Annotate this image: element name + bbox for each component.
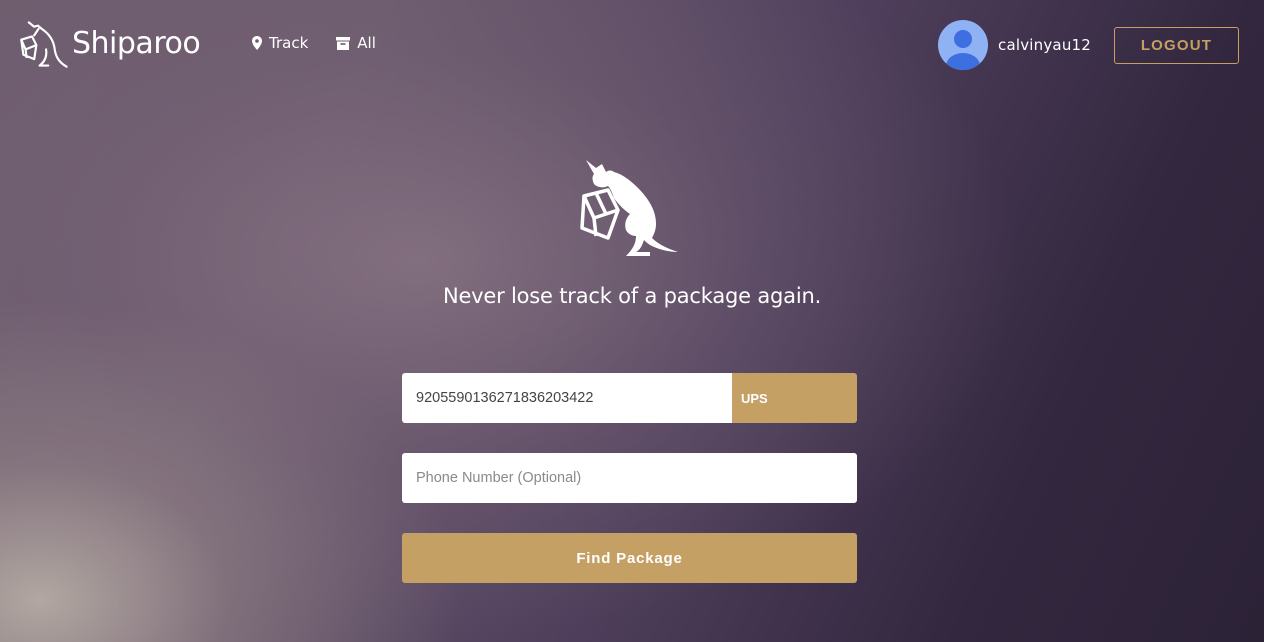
- kangaroo-hero-icon: [580, 160, 678, 256]
- logout-button[interactable]: LOGOUT: [1114, 27, 1239, 64]
- main-nav: Track All: [252, 34, 376, 52]
- phone-number-input[interactable]: [402, 453, 857, 503]
- kangaroo-logo-icon: [20, 21, 68, 68]
- nav-item-all[interactable]: All: [336, 34, 376, 52]
- avatar: [938, 20, 988, 70]
- find-package-button[interactable]: Find Package: [402, 533, 857, 583]
- brand[interactable]: Shiparoo: [18, 17, 201, 71]
- tracking-row: UPS: [402, 373, 857, 423]
- user-avatar-icon: [938, 20, 988, 70]
- tagline: Never lose track of a package again.: [442, 284, 822, 308]
- username: calvinyau12: [998, 36, 1092, 54]
- user-profile[interactable]: calvinyau12: [938, 20, 1091, 70]
- top-navbar: Shiparoo Track All calvinyau12 LOGOUT: [0, 0, 1264, 90]
- carrier-select[interactable]: UPS: [732, 373, 857, 423]
- map-pin-icon: [252, 36, 262, 50]
- track-form: UPS Find Package: [402, 373, 857, 583]
- nav-item-label: All: [357, 34, 376, 52]
- nav-item-track[interactable]: Track: [252, 34, 308, 52]
- brand-name: Shiparoo: [72, 26, 201, 61]
- nav-item-label: Track: [269, 34, 309, 52]
- archive-box-icon: [336, 36, 351, 50]
- tracking-number-input[interactable]: [402, 373, 732, 423]
